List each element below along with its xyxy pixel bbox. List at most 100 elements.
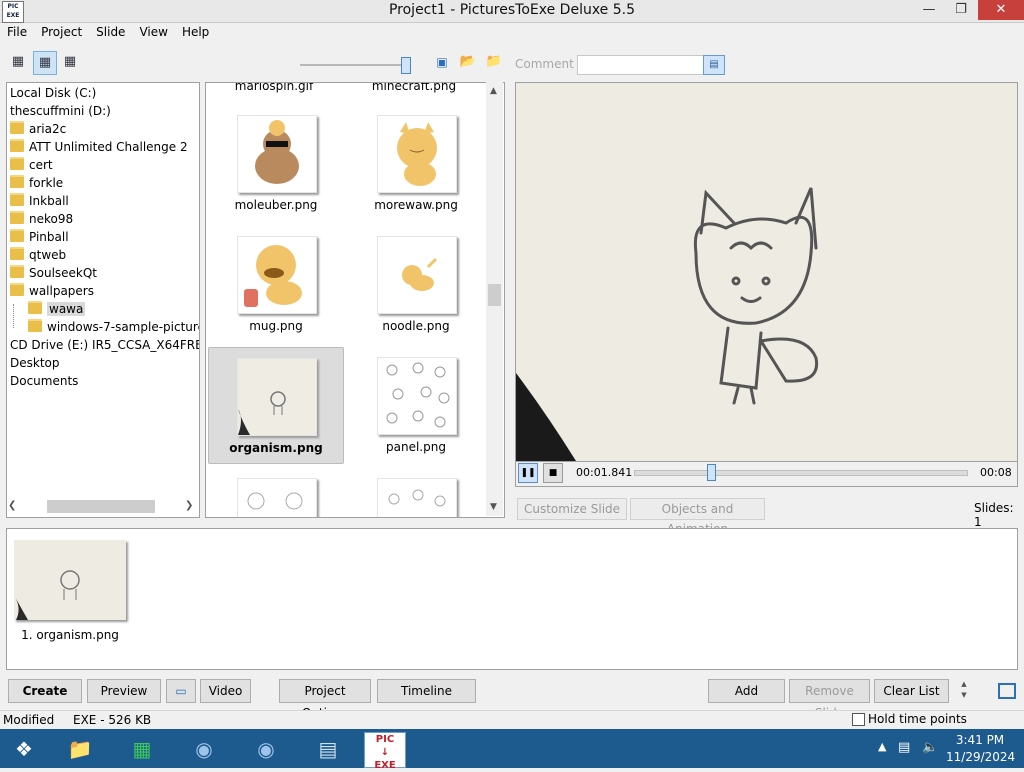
folder-icon bbox=[10, 247, 24, 260]
open-folder-icon[interactable]: 📂 bbox=[457, 51, 479, 73]
tree-item-folder[interactable]: qtweb bbox=[10, 246, 66, 264]
tree-item-folder[interactable]: wallpapers bbox=[10, 282, 94, 300]
slide-thumbnail[interactable] bbox=[14, 540, 126, 620]
project-options-button[interactable]: Project Options bbox=[279, 679, 371, 720]
picturestoexe-taskbar-icon[interactable]: PIC ↓ EXE bbox=[364, 732, 406, 771]
thumbnail-item-selected[interactable]: organism.png bbox=[208, 347, 344, 464]
thumbnail-item[interactable]: mug.png bbox=[209, 226, 343, 341]
restore-button[interactable]: ❐ bbox=[946, 0, 976, 20]
thumbnail-size-slider-handle[interactable] bbox=[401, 57, 411, 74]
tree-item-label: Documents bbox=[10, 374, 79, 388]
minimize-button[interactable]: — bbox=[914, 0, 944, 20]
scroll-up-icon[interactable]: ▲ bbox=[490, 86, 497, 96]
tree-item-folder[interactable]: neko98 bbox=[10, 210, 73, 228]
tree-item-folder[interactable]: forkle bbox=[10, 174, 63, 192]
tree-item-folder[interactable]: cert bbox=[10, 156, 53, 174]
thumbnail-size-slider-track[interactable] bbox=[300, 64, 408, 66]
tree-item-drive-c[interactable]: Local Disk (C:) bbox=[10, 84, 96, 102]
file-thumbnail-grid[interactable]: mariospin.gif minecraft.png moleuber.png… bbox=[205, 82, 505, 518]
tree-item-folder[interactable]: SoulseekQt bbox=[10, 264, 97, 282]
thumbnail-item[interactable]: panel.png bbox=[349, 347, 483, 462]
file-explorer-icon[interactable]: 📁 bbox=[60, 732, 100, 766]
browser-2-icon[interactable]: ◉ bbox=[246, 732, 286, 766]
window-icon[interactable]: ▣ bbox=[431, 51, 453, 73]
customize-slide-button[interactable]: Customize Slide bbox=[517, 498, 627, 520]
network-icon[interactable]: ▤ bbox=[898, 740, 910, 755]
tree-horizontal-scrollbar[interactable] bbox=[47, 500, 155, 513]
view-large-icon[interactable]: ▦ bbox=[59, 51, 81, 73]
picture-viewer-icon[interactable]: ▤ bbox=[308, 732, 348, 766]
tree-item-folder[interactable]: Pinball bbox=[10, 228, 69, 246]
tree-item-folder[interactable]: ATT Unlimited Challenge 2 bbox=[10, 138, 188, 156]
thumb-label-partial: mariospin.gif bbox=[234, 82, 314, 93]
menu-slide[interactable]: Slide bbox=[89, 23, 132, 39]
tree-item-label: Pinball bbox=[29, 230, 69, 244]
tree-item-label: Desktop bbox=[10, 356, 60, 370]
seek-bar[interactable] bbox=[634, 470, 968, 476]
create-button[interactable]: Create bbox=[8, 679, 82, 703]
remove-slide-button[interactable]: Remove Slide bbox=[789, 679, 870, 720]
thumbnail-scrollbar-thumb[interactable] bbox=[488, 284, 501, 306]
scroll-down-icon[interactable]: ▼ bbox=[490, 502, 497, 512]
hold-time-points-checkbox[interactable] bbox=[852, 713, 865, 726]
tree-item-subfolder[interactable]: windows-7-sample-pictures bbox=[28, 318, 199, 336]
comment-input[interactable] bbox=[577, 55, 704, 75]
thumbnail-item[interactable]: morewaw.png bbox=[349, 105, 483, 220]
thumbnail-item[interactable]: moleuber.png bbox=[209, 105, 343, 220]
tree-item-label: Inkball bbox=[29, 194, 69, 208]
folder-icon bbox=[28, 319, 42, 332]
scroll-right-icon[interactable]: ❯ bbox=[185, 500, 193, 511]
menu-help[interactable]: Help bbox=[175, 23, 216, 39]
menu-file[interactable]: File bbox=[0, 23, 34, 39]
tree-item-folder[interactable]: aria2c bbox=[10, 120, 66, 138]
folder-icon bbox=[10, 175, 24, 188]
scroll-left-icon[interactable]: ❮ bbox=[8, 500, 16, 511]
tree-item-label: forkle bbox=[29, 176, 64, 190]
menu-view[interactable]: View bbox=[132, 23, 174, 39]
tree-item-folder[interactable]: Inkball bbox=[10, 192, 69, 210]
seek-handle[interactable] bbox=[707, 464, 716, 481]
objects-animation-button[interactable]: Objects and Animation bbox=[630, 498, 765, 536]
total-time: 00:08 bbox=[980, 466, 1012, 479]
fullscreen-icon[interactable]: ▭ bbox=[166, 679, 196, 703]
view-small-icon[interactable]: ▦ bbox=[7, 51, 29, 73]
tree-item-drive-d[interactable]: thescuffmini (D:) bbox=[10, 102, 111, 120]
tree-item-cd-drive[interactable]: CD Drive (E:) IR5_CCSA_X64FRE_EN- bbox=[10, 336, 199, 354]
clock-date[interactable]: 11/29/2024 bbox=[946, 750, 1015, 764]
thumbnail-item-partial[interactable] bbox=[349, 468, 483, 517]
window-title: Project1 - PicturesToExe Deluxe 5.5 bbox=[388, 2, 636, 18]
folder-icon bbox=[10, 211, 24, 224]
add-button[interactable]: Add bbox=[708, 679, 785, 703]
elapsed-time: 00:01.841 bbox=[576, 466, 633, 479]
tree-item-subfolder-selected[interactable]: wawa bbox=[28, 300, 86, 318]
tree-item-label: neko98 bbox=[29, 212, 74, 226]
reorder-spinner-icon[interactable]: ▲ ▼ bbox=[958, 679, 970, 701]
store-icon[interactable]: ▦ bbox=[122, 732, 162, 766]
folder-icon bbox=[10, 193, 24, 206]
browser-icon[interactable]: ◉ bbox=[184, 732, 224, 766]
view-medium-icon[interactable]: ▦ bbox=[33, 51, 57, 75]
clock-time[interactable]: 3:41 PM bbox=[946, 733, 1014, 747]
tree-item-desktop[interactable]: Desktop bbox=[10, 354, 60, 372]
thumbnail-item-partial[interactable] bbox=[209, 468, 343, 517]
preview-button[interactable]: Preview bbox=[87, 679, 161, 703]
play-pause-button[interactable]: ❚❚ bbox=[518, 463, 538, 483]
thumbnail-image bbox=[237, 358, 317, 436]
close-button[interactable]: ✕ bbox=[978, 0, 1024, 20]
menu-project[interactable]: Project bbox=[34, 23, 89, 39]
start-windows-icon[interactable]: ❖ bbox=[4, 732, 44, 766]
folder-tree[interactable]: Local Disk (C:) thescuffmini (D:) aria2c… bbox=[6, 82, 200, 518]
comment-edit-icon[interactable]: ▤ bbox=[703, 55, 725, 75]
video-button[interactable]: Video bbox=[200, 679, 251, 703]
show-hidden-icons-icon[interactable]: ▲ bbox=[878, 740, 886, 753]
stop-button[interactable]: ■ bbox=[543, 463, 563, 483]
slide-list[interactable] bbox=[6, 528, 1018, 670]
volume-muted-icon[interactable]: 🔈 bbox=[922, 740, 938, 755]
tree-item-documents[interactable]: Documents bbox=[10, 372, 78, 390]
thumbnail-item[interactable]: noodle.png bbox=[349, 226, 483, 341]
timeline-button[interactable]: Timeline bbox=[377, 679, 476, 703]
export-window-icon[interactable] bbox=[998, 683, 1016, 699]
folder-icon bbox=[10, 229, 24, 242]
folder-up-icon[interactable]: 📁 bbox=[483, 51, 505, 73]
clear-list-button[interactable]: Clear List bbox=[874, 679, 949, 703]
